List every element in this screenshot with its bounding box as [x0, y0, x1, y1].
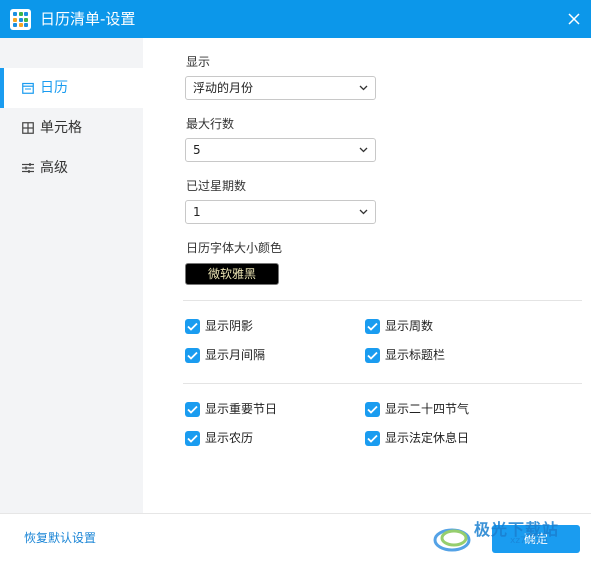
display-select[interactable]: 浮动的月份 [185, 76, 376, 100]
font-label: 日历字体大小颜色 [186, 241, 283, 255]
checkbox-checked-icon [185, 347, 200, 363]
show-solar-terms-checkbox[interactable]: 显示二十四节气 [365, 401, 469, 417]
checkbox-checked-icon [365, 347, 380, 363]
checkbox-checked-icon [185, 401, 200, 417]
checkbox-checked-icon [365, 401, 380, 417]
sidebar: 日历 单元格 高级 [0, 38, 143, 513]
divider [183, 300, 582, 301]
close-icon [568, 13, 580, 25]
restore-defaults-link[interactable]: 恢复默认设置 [24, 530, 96, 546]
sidebar-item-calendar[interactable]: 日历 [0, 68, 143, 108]
sidebar-item-label: 单元格 [40, 120, 82, 136]
past-weeks-label: 已过星期数 [186, 179, 247, 193]
watermark-logo-icon [433, 528, 471, 552]
show-shadow-checkbox[interactable]: 显示阴影 [185, 318, 253, 334]
max-rows-value: 5 [193, 143, 201, 157]
past-weeks-value: 1 [193, 205, 201, 219]
past-weeks-select[interactable]: 1 [185, 200, 376, 224]
chevron-down-icon [359, 147, 368, 153]
grid-icon [22, 122, 34, 134]
sidebar-item-label: 日历 [40, 80, 68, 96]
checkbox-checked-icon [185, 430, 200, 446]
app-logo-icon [10, 9, 31, 30]
close-button[interactable] [557, 0, 591, 38]
show-legal-holidays-checkbox[interactable]: 显示法定休息日 [365, 430, 469, 446]
show-lunar-checkbox[interactable]: 显示农历 [185, 430, 253, 446]
show-titlebar-checkbox[interactable]: 显示标题栏 [365, 347, 445, 363]
display-value: 浮动的月份 [193, 81, 254, 95]
chevron-down-icon [359, 209, 368, 215]
sidebar-item-cell[interactable]: 单元格 [0, 108, 143, 148]
sidebar-item-label: 高级 [40, 160, 68, 176]
footer: 恢复默认设置 确定 极光下载站 xz7.com [0, 513, 591, 563]
ok-button[interactable]: 确定 [492, 525, 580, 553]
settings-panel: 显示 浮动的月份 最大行数 5 已过星期数 1 日历字体大小颜色 微软雅黑 显示… [143, 38, 591, 513]
max-rows-label: 最大行数 [186, 117, 235, 131]
title-bar: 日历清单-设置 [0, 0, 591, 38]
max-rows-select[interactable]: 5 [185, 138, 376, 162]
font-picker-button[interactable]: 微软雅黑 [185, 263, 279, 285]
sidebar-item-advanced[interactable]: 高级 [0, 148, 143, 188]
checkbox-checked-icon [185, 318, 200, 334]
show-month-gap-checkbox[interactable]: 显示月间隔 [185, 347, 265, 363]
calendar-icon [22, 82, 34, 94]
window-title: 日历清单-设置 [40, 10, 136, 28]
chevron-down-icon [359, 85, 368, 91]
show-week-number-checkbox[interactable]: 显示周数 [365, 318, 433, 334]
display-label: 显示 [186, 55, 211, 69]
sliders-icon [22, 163, 34, 173]
checkbox-checked-icon [365, 318, 380, 334]
divider [183, 383, 582, 384]
show-holidays-checkbox[interactable]: 显示重要节日 [185, 401, 277, 417]
checkbox-checked-icon [365, 430, 380, 446]
